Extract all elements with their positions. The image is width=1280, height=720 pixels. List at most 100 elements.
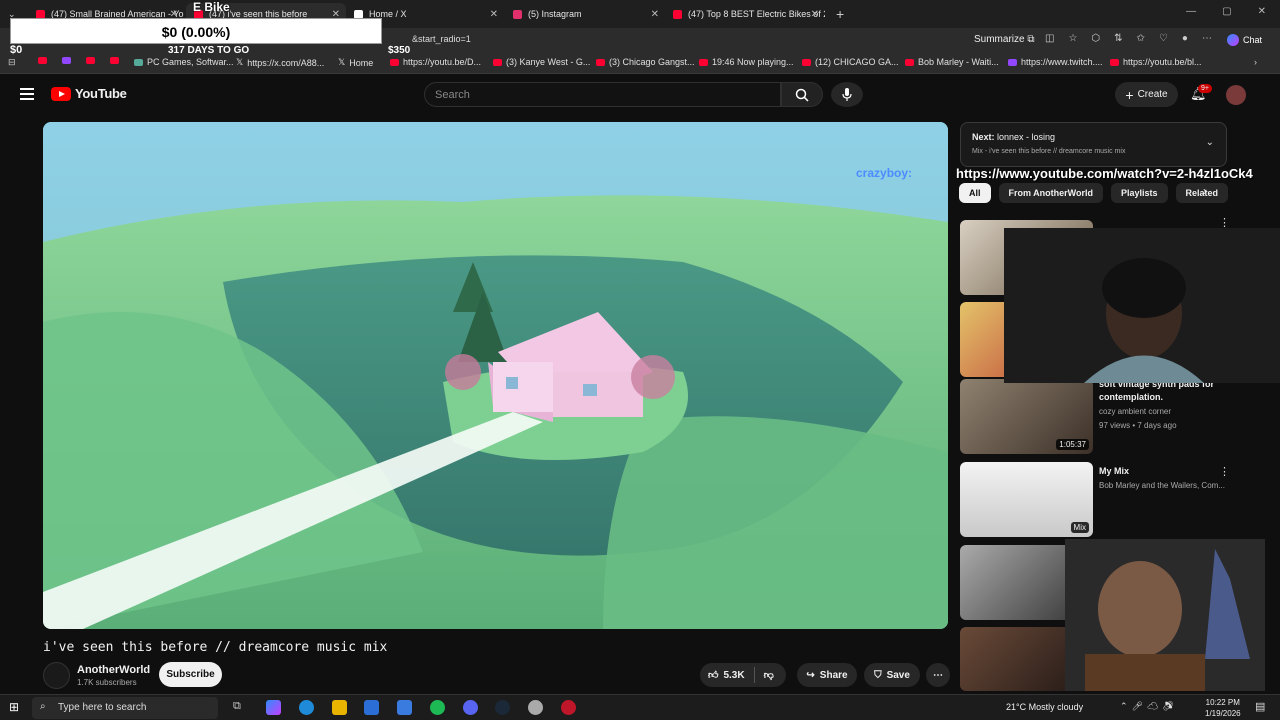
bookmark-item[interactable]: https://youtu.be/D...	[390, 57, 481, 67]
file-explorer-icon[interactable]	[332, 700, 347, 715]
bookmark-item[interactable]: 𝕏 Home	[338, 57, 373, 68]
close-icon[interactable]: ✕	[811, 9, 819, 20]
summarize-label: Summarize	[974, 34, 1025, 45]
time: 10:22 PM	[1205, 698, 1240, 707]
chip-related[interactable]: Related	[1175, 183, 1229, 203]
summarize-button[interactable]: Summarize ⧉	[974, 34, 1035, 45]
app-icon[interactable]	[397, 700, 412, 715]
favorite-star-icon[interactable]: ☆	[1068, 33, 1077, 44]
subscribe-button[interactable]: Subscribe	[159, 662, 222, 687]
minimize-icon[interactable]: —	[1186, 6, 1196, 17]
store-icon[interactable]	[364, 700, 379, 715]
taskbar-search-placeholder: Type here to search	[58, 702, 147, 713]
related-thumbnail[interactable]: Mix	[960, 462, 1093, 537]
microphone-icon	[842, 87, 852, 101]
edge-browser-icon[interactable]	[299, 700, 314, 715]
task-view-icon[interactable]: ⧉	[233, 700, 248, 715]
goal-days-remaining: 317 DAYS TO GO	[168, 45, 250, 56]
youtube-logo[interactable]: YouTube	[51, 86, 127, 101]
search-button[interactable]	[781, 82, 823, 107]
bookmark-label: PC Games, Softwar...	[147, 57, 234, 67]
windows-start-icon[interactable]: ⊞	[9, 700, 24, 715]
bookmark-youtube-icon[interactable]	[110, 57, 119, 64]
tab-4[interactable]: (5) Instagram ✕	[505, 3, 665, 25]
more-vertical-icon[interactable]: ⋮	[1219, 465, 1230, 478]
chip-from-channel[interactable]: From AnotherWorld	[998, 183, 1104, 203]
video-player[interactable]	[43, 122, 948, 629]
more-menu-icon[interactable]: ⋯	[1202, 33, 1212, 44]
channel-avatar[interactable]	[43, 662, 70, 689]
browser-essentials-icon[interactable]: ♡	[1159, 33, 1168, 44]
extensions-icon[interactable]: ⬡	[1091, 33, 1100, 44]
channel-name[interactable]: AnotherWorld	[77, 664, 150, 676]
profile-icon[interactable]: ●	[1182, 33, 1188, 44]
chips-next-chevron-icon[interactable]: ›	[1203, 184, 1207, 198]
chevron-down-icon[interactable]: ⌄	[1206, 137, 1214, 148]
bookmark-label: 19:46 Now playing...	[712, 57, 794, 67]
app-icon[interactable]	[528, 700, 543, 715]
related-thumbnail[interactable]: 1:05:37	[960, 379, 1093, 454]
bookmarks-more-chevron-icon[interactable]: ›	[1254, 57, 1257, 67]
search-input[interactable]: Search	[424, 82, 781, 107]
like-button[interactable]: 👍︎ 5.3K	[708, 669, 745, 682]
bookmark-item[interactable]: 19:46 Now playing...	[699, 57, 794, 67]
bookmark-label: (3) Kanye West - G...	[506, 57, 591, 67]
notification-center-icon[interactable]: ▤	[1255, 700, 1270, 715]
tab-5[interactable]: (47) Top 8 BEST Electric Bikes of 20 ✕	[665, 3, 825, 25]
spotify-icon[interactable]	[430, 700, 445, 715]
bookmark-item[interactable]: (3) Kanye West - G...	[493, 57, 590, 67]
bookmark-item[interactable]: https://www.twitch....	[1008, 57, 1103, 67]
system-tray-icons[interactable]: ⌃🎤︎☁︎🔊︎	[1120, 701, 1178, 712]
stream-chat-url: https://www.youtube.com/watch?v=2-h4zl1o…	[956, 166, 1253, 181]
stream-chat-user: crazyboy:	[856, 166, 913, 180]
pin-icon[interactable]: ⇅	[1114, 33, 1122, 44]
tab-title: (47) Top 8 BEST Electric Bikes of 20	[688, 9, 825, 19]
up-next-song: lonnex - losing	[997, 132, 1056, 142]
search-icon: ⌕	[40, 701, 46, 712]
split-screen-icon[interactable]: ◫	[1045, 33, 1054, 44]
steam-icon[interactable]	[495, 700, 510, 715]
tab-search-icon[interactable]: ⊟	[8, 57, 16, 68]
url-text[interactable]: &start_radio=1	[412, 34, 471, 44]
save-button[interactable]: ⛉ Save	[864, 663, 920, 687]
taskbar-search-input[interactable]: ⌕ Type here to search	[32, 697, 218, 719]
bookmark-label: Bob Marley - Waiti...	[918, 57, 999, 67]
bookmark-youtube-icon[interactable]	[86, 57, 95, 64]
create-button[interactable]: + Create	[1115, 82, 1178, 107]
related-title[interactable]: My Mix	[1099, 465, 1229, 478]
account-avatar[interactable]	[1226, 85, 1246, 105]
bookmark-youtube-icon[interactable]	[38, 57, 47, 64]
up-next-card[interactable]: Next: lonnex - losing Mix - i've seen th…	[960, 122, 1227, 167]
maximize-icon[interactable]: ▢	[1222, 6, 1231, 17]
collections-icon[interactable]: ✩	[1137, 33, 1145, 44]
youtube-favicon-icon	[673, 9, 682, 19]
weather-widget[interactable]: 21°C Mostly cloudy	[1006, 702, 1083, 712]
copilot-chat-button[interactable]: Chat	[1219, 31, 1270, 49]
discord-icon[interactable]	[463, 700, 478, 715]
bookmark-twitch-icon[interactable]	[62, 57, 71, 64]
clock[interactable]: 10:22 PM 1/19/2026	[1205, 697, 1241, 719]
share-button[interactable]: ↪ Share	[797, 663, 857, 687]
x-icon: 𝕏	[338, 57, 346, 67]
bookmark-item[interactable]: https://youtu.be/bl...	[1110, 57, 1202, 67]
copilot-icon[interactable]	[266, 700, 281, 715]
more-actions-button[interactable]: ⋯	[926, 663, 950, 687]
chip-playlists[interactable]: Playlists	[1111, 183, 1168, 203]
share-label: Share	[819, 669, 848, 681]
close-icon[interactable]: ✕	[490, 9, 498, 20]
close-window-icon[interactable]: ✕	[1258, 6, 1266, 17]
bookmark-label: (3) Chicago Gangst...	[609, 57, 695, 67]
dislike-button[interactable]: 👎︎	[764, 669, 774, 681]
bookmark-item[interactable]: Bob Marley - Waiti...	[905, 57, 999, 67]
bookmark-item[interactable]: PC Games, Softwar...	[134, 57, 234, 67]
bookmark-item[interactable]: (3) Chicago Gangst...	[596, 57, 695, 67]
close-icon[interactable]: ✕	[651, 9, 659, 20]
voice-search-button[interactable]	[831, 82, 863, 107]
like-dislike-group: 👍︎ 5.3K 👎︎	[700, 663, 786, 687]
hamburger-menu-icon[interactable]	[20, 88, 34, 100]
bookmark-item[interactable]: 𝕏https://x.com/A88...	[236, 57, 324, 68]
bookmark-item[interactable]: (12) CHICAGO GA...	[802, 57, 899, 67]
new-tab-plus-icon[interactable]: +	[828, 3, 848, 25]
chip-all[interactable]: All	[959, 183, 991, 203]
obs-icon[interactable]	[561, 700, 576, 715]
